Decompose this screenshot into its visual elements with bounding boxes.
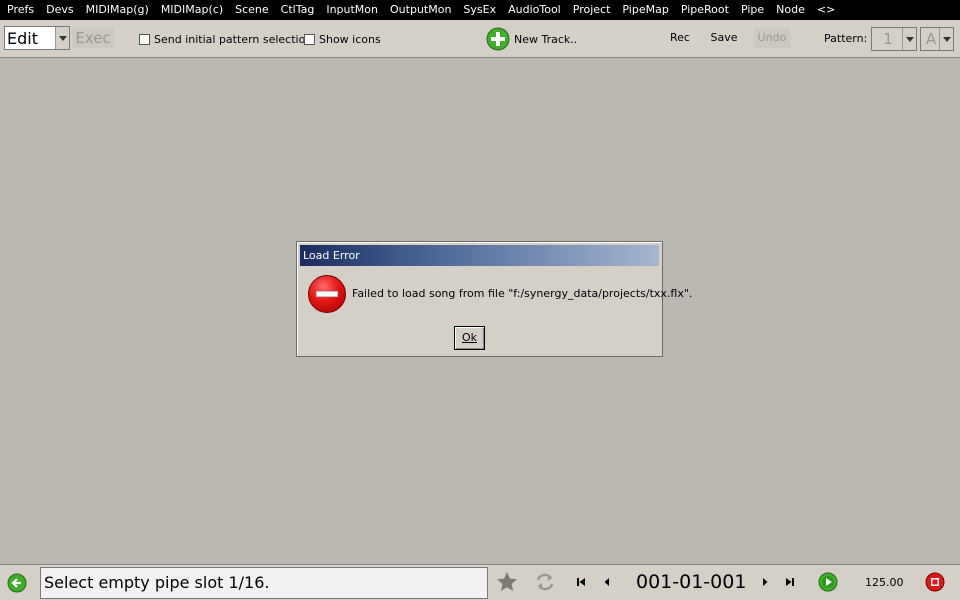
star-icon[interactable] — [495, 570, 519, 594]
menu-item-devs[interactable]: Devs — [40, 0, 79, 20]
show-icons-label: Show icons — [319, 32, 381, 46]
new-track-button[interactable]: New Track.. — [486, 27, 577, 51]
skip-to-end-icon[interactable] — [785, 577, 795, 587]
pattern-label: Pattern: — [824, 32, 868, 45]
pattern-number-select[interactable]: 1 — [871, 27, 917, 51]
menu-item-midimap-c[interactable]: MIDIMap(c) — [155, 0, 229, 20]
pattern-letter-select[interactable]: A — [920, 27, 954, 51]
menu-item-piperoot[interactable]: PipeRoot — [675, 0, 735, 20]
exec-button[interactable]: Exec — [72, 28, 114, 48]
step-forward-icon[interactable] — [760, 577, 770, 587]
send-initial-pattern-checkbox[interactable]: Send initial pattern selection — [139, 31, 312, 47]
pattern-letter-value: A — [925, 30, 937, 48]
menu-item-scene[interactable]: Scene — [229, 0, 275, 20]
checkbox-box[interactable] — [139, 33, 150, 45]
status-message: Select empty pipe slot 1/16. — [40, 567, 488, 599]
menu-item-pipe[interactable]: Pipe — [735, 0, 770, 20]
dialog-title[interactable]: Load Error — [300, 245, 659, 266]
menu-bar: Prefs Devs MIDIMap(g) MIDIMap(c) Scene CtlTag… — [0, 0, 960, 20]
rec-button[interactable]: Rec — [666, 28, 694, 48]
step-back-icon[interactable] — [602, 577, 612, 587]
song-position: 001-01-001 — [636, 571, 747, 593]
ok-button[interactable]: Ok — [454, 326, 485, 350]
pattern-number-value: 1 — [883, 30, 893, 48]
menu-item-pipemap[interactable]: PipeMap — [616, 0, 674, 20]
tempo-display[interactable]: 125.00 — [865, 576, 904, 589]
menu-item-sysex[interactable]: SysEx — [457, 0, 502, 20]
stop-icon[interactable] — [925, 572, 945, 592]
menu-item-project[interactable]: Project — [567, 0, 617, 20]
save-button[interactable]: Save — [708, 28, 740, 48]
toolbar: Edit Exec Send initial pattern selection… — [0, 20, 960, 58]
checkbox-box[interactable] — [304, 33, 315, 45]
load-error-dialog: Load Error Failed to load song from file… — [296, 241, 692, 357]
menu-item-node[interactable]: Node — [770, 0, 811, 20]
undo-button[interactable]: Undo — [754, 28, 790, 48]
chevron-down-icon[interactable] — [55, 27, 69, 49]
status-bar: Select empty pipe slot 1/16. 001-01-001 … — [0, 564, 960, 600]
dialog-message: Failed to load song from file "f:/synerg… — [352, 287, 693, 300]
menu-item-midimap-g[interactable]: MIDIMap(g) — [80, 0, 155, 20]
back-arrow-icon[interactable] — [7, 573, 27, 593]
menu-item-outputmon[interactable]: OutputMon — [384, 0, 457, 20]
chevron-down-icon[interactable] — [939, 28, 953, 50]
menu-item-ctltag[interactable]: CtlTag — [275, 0, 321, 20]
send-initial-pattern-label: Send initial pattern selection — [154, 32, 313, 46]
chevron-down-icon[interactable] — [902, 28, 916, 50]
skip-to-start-icon[interactable] — [576, 577, 586, 587]
mode-select[interactable]: Edit — [4, 26, 70, 50]
mode-select-value: Edit — [7, 28, 38, 48]
menu-item-prefs[interactable]: Prefs — [0, 0, 40, 20]
menu-item-more[interactable]: <> — [811, 0, 841, 20]
plus-icon — [486, 27, 510, 51]
menu-item-audiotool[interactable]: AudioTool — [502, 0, 567, 20]
menu-item-inputmon[interactable]: InputMon — [320, 0, 384, 20]
show-icons-checkbox[interactable]: Show icons — [304, 31, 381, 47]
play-icon[interactable] — [818, 572, 838, 592]
new-track-label: New Track.. — [514, 32, 578, 46]
loop-icon[interactable] — [534, 570, 556, 594]
error-icon — [308, 275, 346, 313]
